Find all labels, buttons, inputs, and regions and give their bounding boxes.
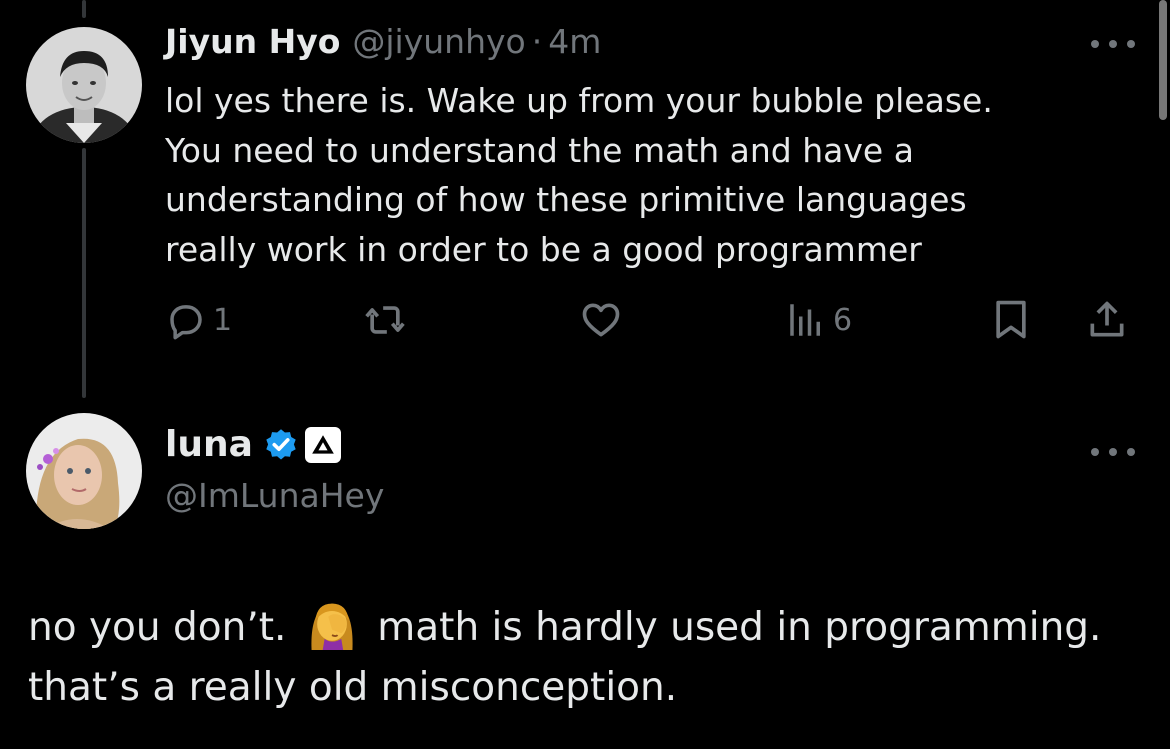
views-button[interactable]: 6 xyxy=(785,294,852,346)
heart-icon xyxy=(582,303,620,337)
bookmark-button[interactable] xyxy=(991,294,1031,346)
reply-count: 1 xyxy=(213,302,233,338)
thread-connector-top xyxy=(82,0,86,18)
reply-button[interactable]: 1 xyxy=(165,294,232,346)
tweet-text: no you don’t. math is hardly used in pro… xyxy=(28,598,1138,718)
woman-facepalming-emoji-icon xyxy=(311,603,353,650)
tweet-text-line: understanding of how these primitive lan… xyxy=(165,180,967,219)
bookmark-icon xyxy=(996,300,1026,339)
verified-badge-icon[interactable] xyxy=(263,427,299,463)
share-upload-icon xyxy=(1090,301,1124,337)
author-handle[interactable]: @ImLunaHey xyxy=(165,476,384,515)
more-horizontal-icon[interactable] xyxy=(1091,442,1135,462)
retweet-button[interactable] xyxy=(363,294,407,346)
affiliate-badge-icon[interactable] xyxy=(304,426,341,463)
tweet-text-segment: no you don’t. xyxy=(28,605,287,650)
author-handle[interactable]: @jiyunhyo xyxy=(352,22,525,61)
timestamp[interactable]: 4m xyxy=(548,22,601,61)
tweet-text-line: You need to understand the math and have… xyxy=(165,130,914,170)
tweet-text-line: really work in order to be a good progra… xyxy=(165,229,922,269)
avatar-luna[interactable] xyxy=(26,413,142,529)
reply-bubble-icon xyxy=(170,305,202,340)
views-count: 6 xyxy=(833,302,853,338)
author-name[interactable]: Jiyun Hyo xyxy=(165,22,340,61)
tweet-text: lol yes there is. Wake up from your bubb… xyxy=(165,76,1045,274)
tweet-header: luna xyxy=(165,424,341,465)
thread-view: Jiyun Hyo @jiyunhyo · 4m lol yes there i… xyxy=(0,0,1170,749)
tweet-text-line: lol yes there is. Wake up from your bubb… xyxy=(165,81,993,120)
share-button[interactable] xyxy=(1085,294,1129,346)
like-button[interactable] xyxy=(579,294,623,346)
views-bars-icon xyxy=(790,304,820,336)
tweet-actions: 1 6 xyxy=(165,294,1140,346)
more-horizontal-icon[interactable] xyxy=(1091,34,1135,54)
tweet-text-line: that’s a really old misconception. xyxy=(28,665,678,710)
tweet-header: Jiyun Hyo @jiyunhyo · 4m xyxy=(165,22,601,68)
retweet-icon xyxy=(365,306,405,334)
avatar-jiyun[interactable] xyxy=(26,27,142,143)
separator: · xyxy=(531,22,543,61)
author-name[interactable]: luna xyxy=(165,424,253,465)
tweet-text-segment: math is hardly used in programming. xyxy=(377,605,1102,650)
scrollbar[interactable] xyxy=(1156,0,1170,120)
tweet-text-line: no you don’t. math is hardly used in pro… xyxy=(28,598,1138,658)
thread-connector xyxy=(82,148,86,398)
